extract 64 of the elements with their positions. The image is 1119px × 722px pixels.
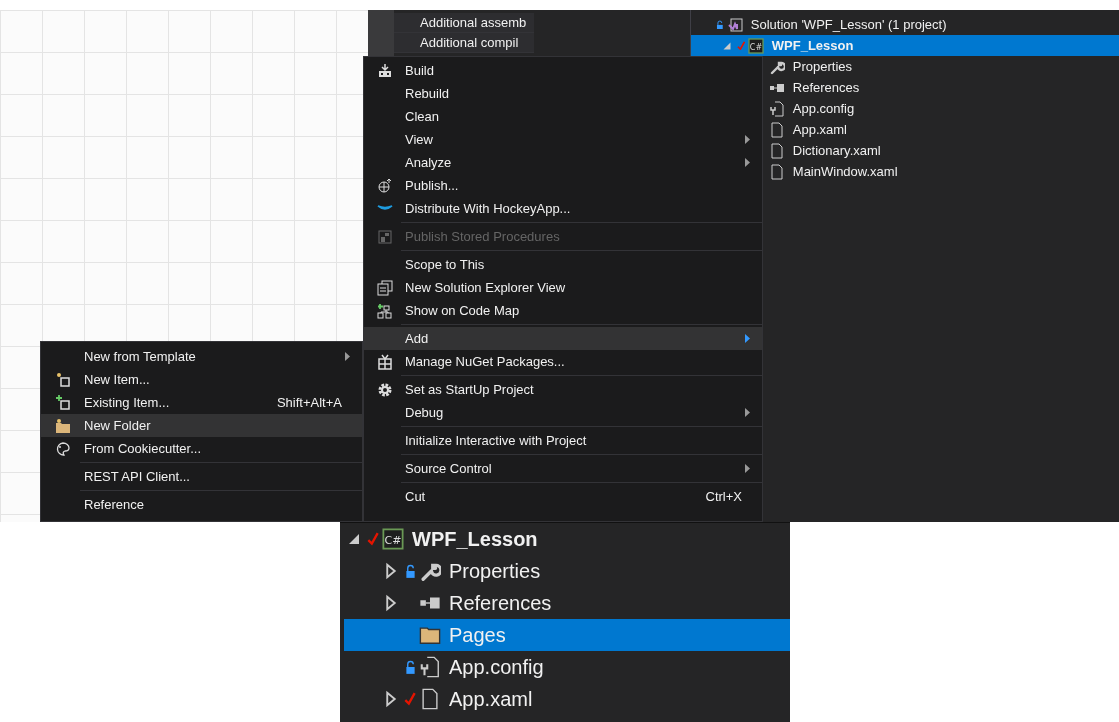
package-icon: [376, 353, 393, 370]
build-icon: [376, 62, 393, 79]
tree-item-label: App.config: [792, 99, 855, 118]
csharp-project-icon: C#: [382, 528, 404, 550]
property-name: Additional compil: [394, 33, 534, 53]
hockeyapp-icon: [376, 204, 393, 213]
tree-row[interactable]: C# WPF_Lesson: [691, 35, 1119, 56]
tree-row[interactable]: App.config: [344, 651, 790, 683]
config-file-icon: [419, 656, 441, 678]
shortcut-label: Ctrl+X: [705, 487, 742, 506]
tree-item-label: WPF_Lesson: [412, 527, 538, 552]
tree-item-label: Properties: [449, 559, 541, 584]
tree-row[interactable]: C# WPF_Lesson: [344, 523, 790, 555]
file-icon: [419, 688, 441, 710]
tree-item-label: References: [792, 78, 860, 97]
tree-row[interactable]: App.xaml: [344, 683, 790, 715]
menu-item[interactable]: Cut Ctrl+X: [364, 485, 762, 508]
menu-item[interactable]: Existing Item... Shift+Alt+A: [41, 391, 362, 414]
tree-item-label: MainWindow.xaml: [792, 162, 898, 181]
tree-item-label: Solution 'WPF_Lesson' (1 project): [750, 15, 947, 34]
menu-item[interactable]: Manage NuGet Packages...: [364, 350, 762, 373]
new-item-icon: [54, 371, 71, 388]
menu-item[interactable]: New from Template: [41, 345, 362, 368]
database-icon: [376, 228, 393, 245]
tree-item-label: App.xaml: [792, 120, 847, 139]
menu-item[interactable]: Debug: [364, 401, 762, 424]
file-icon: [768, 121, 785, 138]
menu-item[interactable]: New Item...: [41, 368, 362, 391]
csharp-project-icon: C#: [747, 37, 764, 54]
settings-icon: [376, 381, 393, 398]
file-icon: [768, 142, 785, 159]
menu-item[interactable]: Show on Code Map: [364, 299, 762, 322]
menu-item[interactable]: Set as StartUp Project: [364, 378, 762, 401]
tree-row[interactable]: Solution 'WPF_Lesson' (1 project): [691, 14, 1119, 35]
menu-item[interactable]: Distribute With HockeyApp...: [364, 197, 762, 220]
tree-row[interactable]: Pages: [344, 619, 790, 651]
menu-item[interactable]: New Solution Explorer View: [364, 276, 762, 299]
tree-item-label: WPF_Lesson: [771, 36, 854, 55]
menu-item[interactable]: Initialize Interactive with Project: [364, 429, 762, 452]
tree-item-label: App.config: [449, 655, 544, 680]
config-file-icon: [768, 100, 785, 117]
new-folder-icon: [54, 417, 71, 434]
palette-icon: [54, 440, 71, 457]
shortcut-label: Shift+Alt+A: [276, 393, 342, 412]
tree-row[interactable]: References: [344, 587, 790, 619]
menu-item[interactable]: New Folder: [41, 414, 362, 437]
tree-item-label: App.xaml: [449, 687, 533, 712]
menu-item[interactable]: Reference: [41, 493, 362, 516]
property-name: Additional assemb: [394, 13, 534, 33]
menu-item[interactable]: Scope to This: [364, 253, 762, 276]
folder-icon: [419, 624, 441, 646]
tree-row[interactable]: Properties: [344, 555, 790, 587]
code-map-icon: [376, 302, 393, 319]
menu-item[interactable]: From Cookiecutter...: [41, 437, 362, 460]
windows-icon: [376, 279, 393, 296]
tree-item-label: Dictionary.xaml: [792, 141, 881, 160]
menu-item[interactable]: Source Control: [364, 457, 762, 480]
menu-item[interactable]: Add: [364, 327, 762, 350]
file-icon: [768, 163, 785, 180]
add-item-icon: [54, 394, 71, 411]
tree-item-label: Properties: [792, 57, 853, 76]
menu-item[interactable]: REST API Client...: [41, 465, 362, 488]
tree-item-label: Pages: [449, 623, 506, 648]
tree-item-label: References: [449, 591, 552, 616]
